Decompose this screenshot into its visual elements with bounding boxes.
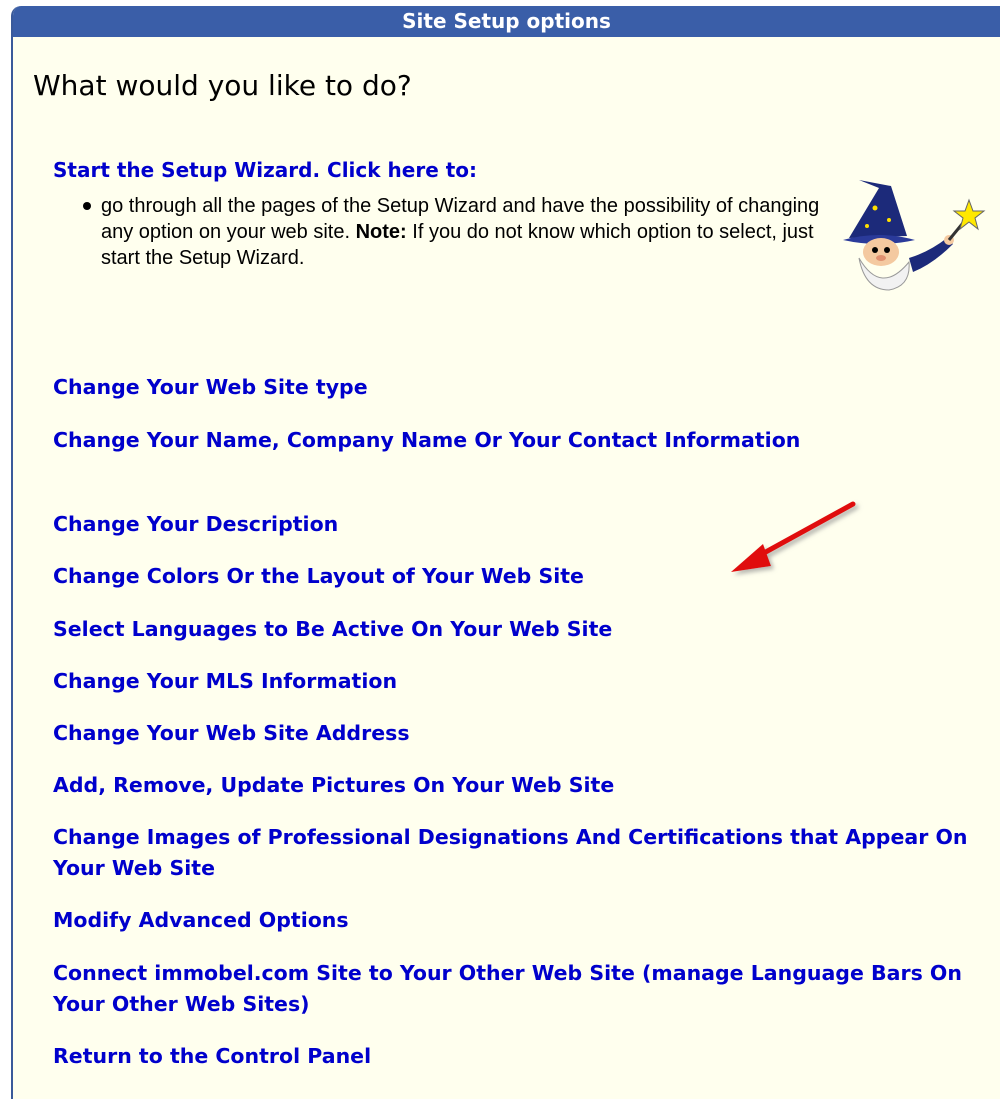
wizard-icon [843, 180, 986, 291]
connect-other-site-link[interactable]: Connect immobel.com Site to Your Other W… [53, 958, 973, 1020]
change-site-address-link[interactable]: Change Your Web Site Address [53, 718, 973, 749]
change-designation-images-link[interactable]: Change Images of Professional Designatio… [53, 822, 973, 884]
wizard-description: go through all the pages of the Setup Wi… [83, 193, 821, 271]
page-question: What would you like to do? [33, 69, 412, 102]
wizard-bullet-text: go through all the pages of the Setup Wi… [101, 195, 819, 269]
start-setup-wizard-link[interactable]: Start the Setup Wizard. Click here to: [53, 158, 477, 182]
return-control-panel-link[interactable]: Return to the Control Panel [53, 1041, 973, 1072]
change-site-type-link[interactable]: Change Your Web Site type [53, 372, 973, 403]
modify-advanced-options-link[interactable]: Modify Advanced Options [53, 905, 973, 936]
panel-header: Site Setup options [13, 6, 1000, 37]
change-contact-info-link[interactable]: Change Your Name, Company Name Or Your C… [53, 425, 973, 456]
note-label: Note: [355, 221, 407, 243]
red-arrow-icon [731, 501, 856, 572]
change-mls-info-link[interactable]: Change Your MLS Information [53, 666, 973, 697]
update-pictures-link[interactable]: Add, Remove, Update Pictures On Your Web… [53, 770, 973, 801]
bullet-icon [83, 202, 91, 210]
select-languages-link[interactable]: Select Languages to Be Active On Your We… [53, 614, 973, 645]
site-setup-panel: Site Setup options What would you like t… [11, 6, 1000, 1099]
